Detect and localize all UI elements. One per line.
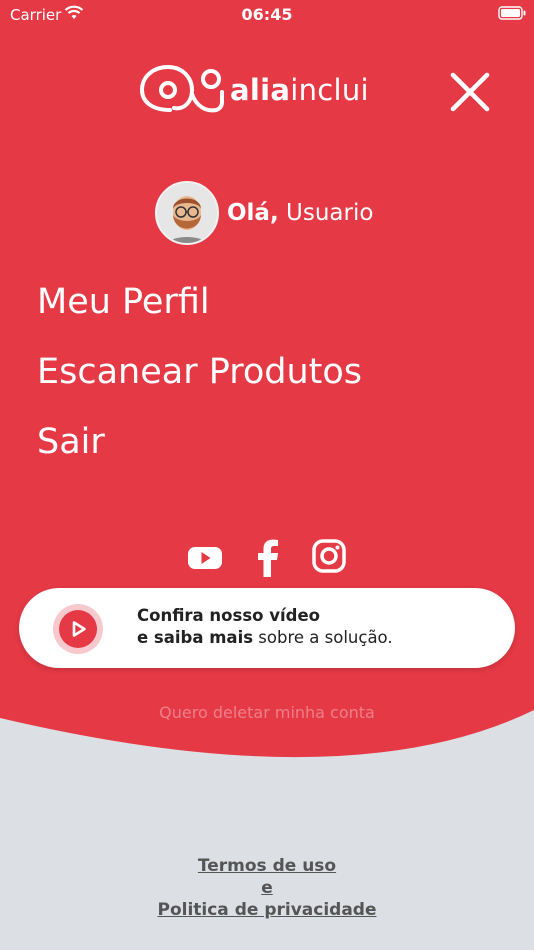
social-links	[0, 536, 534, 580]
privacy-link[interactable]: Politica de privacidade	[0, 899, 534, 921]
greeting-username: Usuario	[286, 200, 374, 226]
menu-item-escanear-produtos[interactable]: Escanear Produtos	[37, 350, 362, 420]
footer-and: e	[261, 878, 273, 898]
instagram-icon[interactable]	[312, 539, 346, 573]
clock: 06:45	[241, 5, 293, 24]
close-icon[interactable]	[448, 70, 492, 114]
menu-item-sair[interactable]: Sair	[37, 420, 362, 490]
brand-logo-icon	[140, 64, 224, 113]
video-promo-text: Confira nosso vídeo e saiba mais sobre a…	[137, 605, 393, 649]
youtube-icon[interactable]	[187, 539, 223, 575]
legal-footer: Termos de uso e Politica de privacidade	[0, 855, 534, 921]
brand-name-bold: alia	[230, 73, 291, 107]
play-button[interactable]	[53, 604, 103, 654]
user-greeting: Olá, Usuario	[155, 180, 373, 246]
video-line2-bold: e saiba mais	[137, 628, 254, 647]
video-line2-rest: sobre a solução.	[258, 628, 393, 647]
terms-link[interactable]: Termos de uso	[0, 855, 534, 877]
video-promo-card[interactable]: Confira nosso vídeo e saiba mais sobre a…	[19, 588, 515, 668]
brand-wordmark: aliainclui	[230, 73, 369, 107]
battery-icon	[498, 6, 526, 20]
facebook-icon[interactable]	[255, 539, 281, 577]
greeting-hello: Olá,	[227, 200, 279, 226]
delete-account-link[interactable]: Quero deletar minha conta	[0, 703, 534, 722]
play-icon	[72, 621, 86, 637]
brand-name-rest: inclui	[290, 73, 369, 107]
main-menu: Meu Perfil Escanear Produtos Sair	[37, 280, 362, 490]
menu-item-meu-perfil[interactable]: Meu Perfil	[37, 280, 362, 350]
video-line1: Confira nosso vídeo	[137, 606, 320, 625]
avatar	[155, 181, 219, 245]
status-bar: Carrier 06:45	[0, 0, 534, 30]
user-avatar-icon	[157, 183, 217, 243]
